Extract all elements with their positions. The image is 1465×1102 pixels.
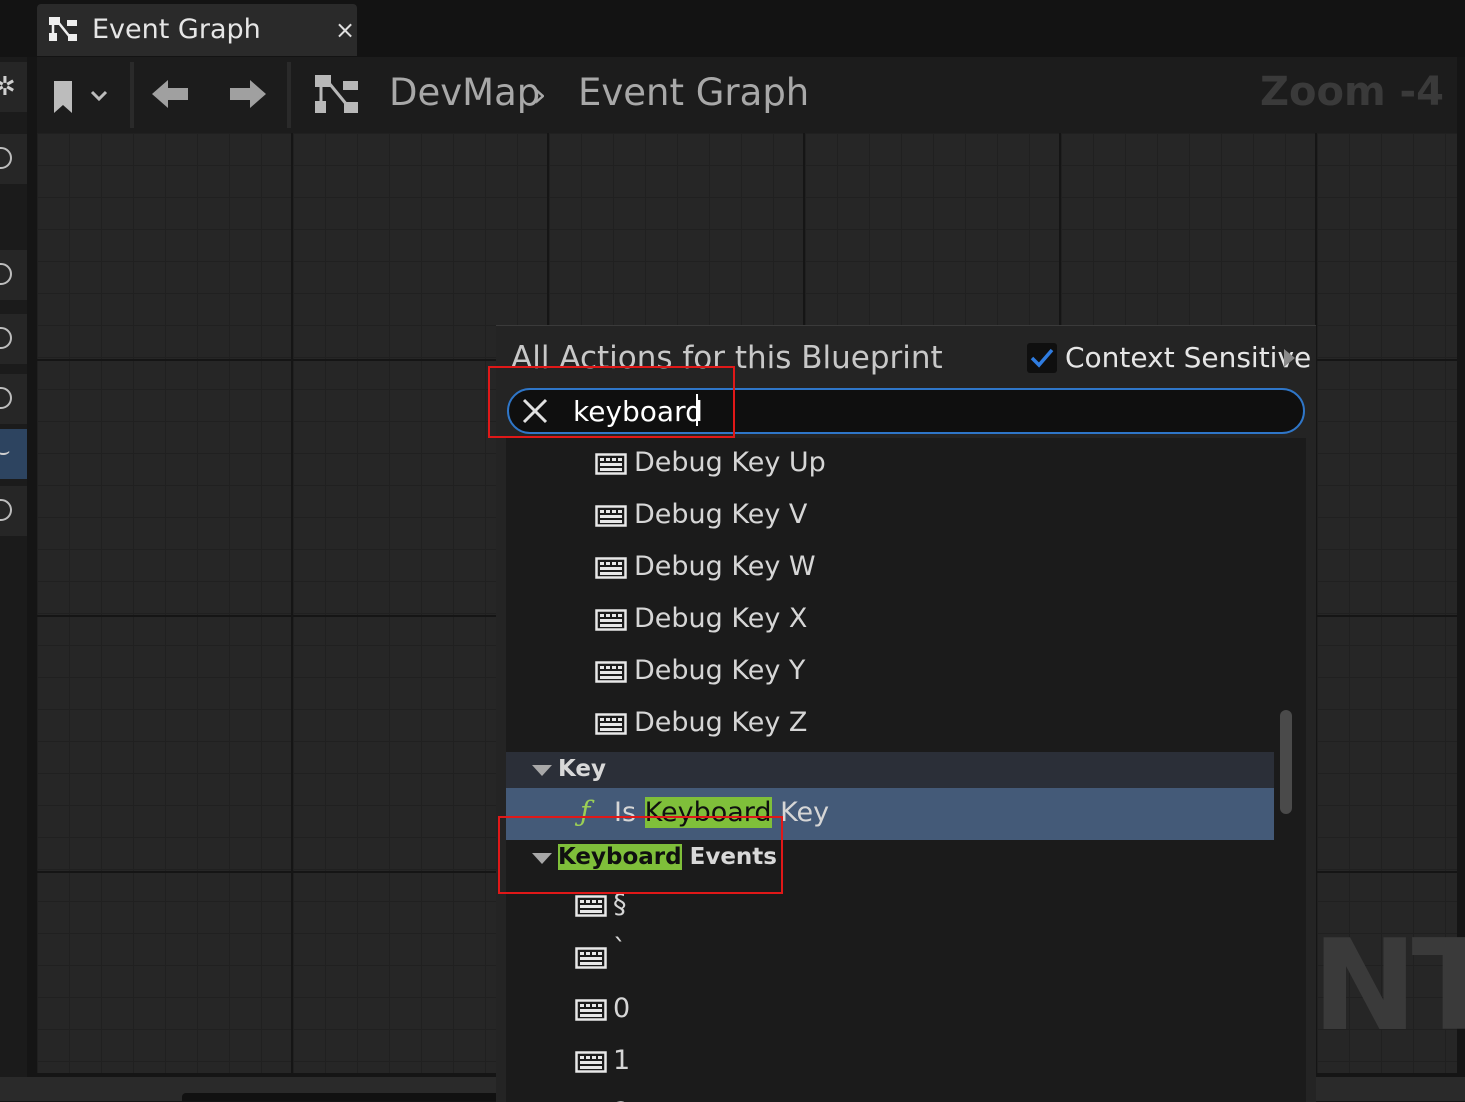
bookmark-icon[interactable] (52, 79, 112, 115)
add-circle-icon (0, 387, 12, 409)
list-item-label: 2 (613, 1097, 630, 1102)
list-scrollbar[interactable] (1280, 710, 1292, 814)
add-circle-icon (0, 147, 12, 169)
context-sensitive-label[interactable]: Context Sensitive (1065, 341, 1311, 374)
list-item-label: Debug Key Up (634, 447, 826, 478)
list-item[interactable]: Debug Key Up (506, 438, 1274, 490)
list-item-label: Debug Key W (634, 551, 816, 582)
graph-icon (315, 75, 358, 113)
settings-button[interactable]: ✲ (0, 62, 27, 112)
eye-icon: ⌣ (0, 439, 11, 464)
list-item-label: 0 (613, 993, 631, 1024)
keyboard-icon (575, 1051, 607, 1073)
left-toolbar: ✲ ⌣ (0, 57, 27, 1077)
close-icon[interactable]: × (335, 16, 355, 44)
add-button-2[interactable] (0, 250, 27, 300)
keyboard-icon (595, 453, 627, 475)
keyboard-icon (595, 713, 627, 735)
list-item-label: Debug Key V (634, 499, 808, 530)
keyboard-icon (595, 661, 627, 683)
gear-icon: ✲ (0, 72, 16, 102)
keyboard-icon (595, 557, 627, 579)
graph-icon (49, 17, 77, 41)
list-item[interactable]: 2 (506, 1088, 1274, 1102)
list-item[interactable]: Debug Key X (506, 594, 1274, 646)
toolbar-separator (287, 62, 291, 128)
add-circle-icon (0, 327, 12, 349)
keyboard-icon (575, 999, 607, 1021)
visibility-button[interactable]: ⌣ (0, 429, 27, 479)
keyboard-icon (595, 609, 627, 631)
list-item[interactable]: 1 (506, 1036, 1274, 1088)
annotation-box-search (488, 366, 735, 438)
list-item-label: 1 (613, 1045, 631, 1076)
add-button-4[interactable] (0, 374, 27, 424)
add-button-1[interactable] (0, 134, 27, 184)
list-item-label: Debug Key X (634, 603, 808, 634)
keyboard-icon (575, 947, 607, 969)
tab-title: Event Graph (92, 14, 261, 45)
collapse-arrow-icon (532, 765, 552, 776)
category-label: Key (558, 756, 607, 782)
tab-event-graph[interactable]: Event Graph × (37, 4, 357, 56)
add-button-3[interactable] (0, 314, 27, 364)
list-item-label: Debug Key Z (634, 707, 808, 738)
breadcrumb-devmap[interactable]: DevMap (389, 71, 540, 114)
tab-strip: Event Graph × (0, 0, 1465, 57)
list-item[interactable]: Debug Key Z (506, 698, 1274, 750)
context-sensitive-checkbox[interactable] (1027, 343, 1057, 373)
graph-watermark: NT (1312, 912, 1465, 1059)
list-item-label: ` (613, 934, 627, 965)
add-circle-icon (0, 263, 12, 285)
add-button-5[interactable] (0, 486, 27, 536)
keyboard-icon (575, 895, 607, 917)
action-list[interactable]: Debug Key Up Debug Key V Debug Key W Deb… (506, 438, 1306, 1102)
keyboard-icon (595, 505, 627, 527)
bottom-tab (182, 1093, 502, 1101)
breadcrumb-event-graph[interactable]: Event Graph (578, 71, 809, 114)
breadcrumb-chevron-icon: › (533, 75, 547, 115)
expand-arrow-icon[interactable] (1284, 349, 1295, 367)
action-menu: All Actions for this Blueprint Context S… (496, 325, 1316, 1102)
add-circle-icon (0, 499, 12, 521)
toolbar-separator (130, 62, 134, 128)
graph-toolbar: DevMap › Event Graph Zoom -4 (37, 57, 1457, 133)
checkmark-icon (1030, 348, 1054, 368)
back-arrow-icon[interactable] (150, 77, 190, 111)
list-item[interactable]: Debug Key V (506, 490, 1274, 542)
list-item[interactable]: ` (506, 932, 1274, 984)
forward-arrow-icon[interactable] (228, 77, 268, 111)
category-key[interactable]: Key (506, 752, 1274, 788)
list-item[interactable]: Debug Key W (506, 542, 1274, 594)
zoom-level: Zoom -4 (1259, 69, 1444, 115)
list-item-label: Debug Key Y (634, 655, 806, 686)
list-item[interactable]: 0 (506, 984, 1274, 1036)
list-item[interactable]: Debug Key Y (506, 646, 1274, 698)
annotation-box-keyboard-events (498, 816, 783, 894)
